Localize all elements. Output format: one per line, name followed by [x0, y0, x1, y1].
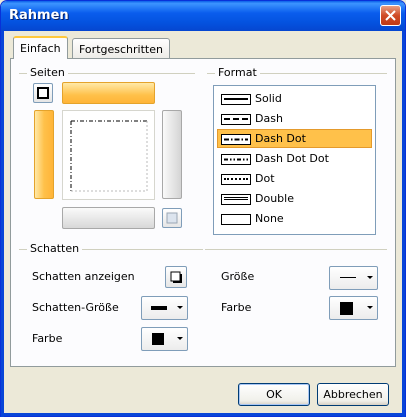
format-item-label: Dash Dot — [255, 132, 306, 145]
all-borders-icon — [37, 87, 49, 99]
shadow-size-label: Schatten-Größe — [32, 301, 119, 314]
right-border-button[interactable] — [162, 110, 182, 199]
tab-fortgeschritten[interactable]: Fortgeschritten — [72, 38, 170, 59]
format-item-double[interactable]: Double — [217, 189, 372, 208]
window-frame-bottom — [1, 413, 405, 416]
color-swatch — [152, 333, 164, 345]
format-item-dot[interactable]: Dot — [217, 169, 372, 188]
color-label: Farbe — [221, 301, 252, 314]
color-swatch — [340, 302, 353, 315]
close-icon — [385, 10, 396, 21]
format-listbox[interactable]: Solid Dash Dash Dot Dash Dot Dot Dot Dou… — [213, 85, 376, 235]
format-item-label: Solid — [255, 92, 282, 105]
all-sides-toggle[interactable] — [33, 83, 53, 103]
left-border-button[interactable] — [34, 110, 54, 199]
tab-einfach-label: Einfach — [20, 42, 61, 55]
format-item-label: Dot — [255, 172, 275, 185]
border-preview — [62, 110, 155, 200]
format-item-dash-dot-dot[interactable]: Dash Dot Dot — [217, 149, 372, 168]
dash-line-icon — [221, 114, 251, 125]
format-item-dash[interactable]: Dash — [217, 109, 372, 128]
solid-line-icon — [221, 94, 251, 105]
close-button[interactable] — [380, 5, 401, 26]
top-border-button[interactable] — [62, 82, 155, 104]
format-item-label: Double — [255, 192, 294, 205]
shadow-color-dropdown[interactable] — [141, 327, 188, 351]
format-item-label: Dash Dot Dot — [255, 152, 329, 165]
chevron-down-icon — [177, 306, 183, 309]
chevron-down-icon — [367, 306, 373, 309]
shadow-group-label: Schatten — [27, 242, 83, 255]
window-frame-right — [402, 31, 405, 417]
dot-line-icon — [221, 174, 251, 185]
format-item-none[interactable]: None — [217, 209, 372, 228]
dialog-window: Rahmen Einfach Fortgeschritten Seiten Fo… — [0, 0, 406, 417]
format-item-label: None — [255, 212, 284, 225]
chevron-down-icon — [177, 337, 183, 340]
thick-line-icon — [151, 306, 167, 310]
window-frame-left — [1, 31, 4, 417]
tab-fortgeschritten-label: Fortgeschritten — [79, 43, 163, 56]
sides-group-label: Seiten — [27, 66, 68, 79]
format-item-dash-dot[interactable]: Dash Dot — [217, 129, 372, 148]
title-bar[interactable]: Rahmen — [1, 1, 405, 31]
inner-border-icon — [166, 212, 178, 224]
format-item-solid[interactable]: Solid — [217, 89, 372, 108]
chevron-down-icon — [367, 276, 373, 279]
tab-einfach[interactable]: Einfach — [13, 36, 68, 59]
shadow-color-label: Farbe — [32, 332, 63, 345]
thin-line-icon — [340, 277, 356, 278]
dash-dot-dot-line-icon — [221, 154, 251, 165]
border-size-dropdown[interactable] — [329, 266, 378, 290]
bottom-border-button[interactable] — [62, 207, 155, 229]
shadow-group-line-right — [205, 249, 387, 250]
border-color-dropdown[interactable] — [329, 296, 378, 320]
size-label: Größe — [221, 270, 255, 283]
no-line-icon — [221, 214, 251, 225]
dash-dot-line-icon — [221, 134, 251, 145]
shadow-size-dropdown[interactable] — [141, 296, 188, 320]
format-group-label: Format — [215, 66, 260, 79]
show-shadow-label: Schatten anzeigen — [32, 270, 135, 283]
cancel-button[interactable]: Abbrechen — [317, 383, 389, 406]
double-line-icon — [221, 194, 251, 205]
format-item-label: Dash — [255, 112, 283, 125]
show-shadow-toggle[interactable] — [165, 266, 187, 288]
ok-button[interactable]: OK — [238, 383, 310, 406]
inner-border-toggle[interactable] — [162, 208, 182, 228]
preview-border-graphic — [70, 120, 148, 192]
shadow-box-icon — [170, 271, 182, 283]
window-title: Rahmen — [9, 8, 69, 23]
